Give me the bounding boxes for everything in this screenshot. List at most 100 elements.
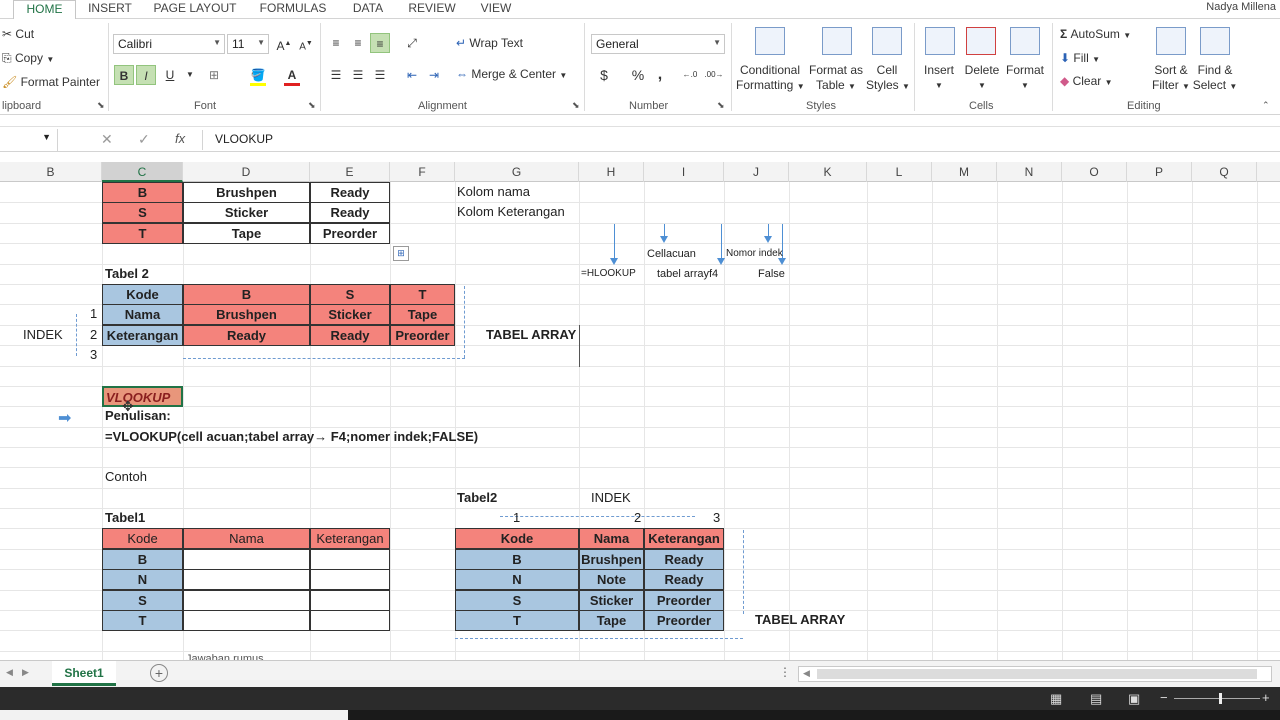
t3-code[interactable]: N [102, 569, 183, 590]
t4-cell[interactable]: S [455, 590, 579, 611]
formula-input[interactable]: VLOOKUP [215, 132, 273, 146]
column-header-o[interactable]: O [1062, 162, 1127, 182]
format-as-table-button[interactable]: Format as Table ▼ [806, 63, 866, 94]
cancel-icon[interactable]: ✕ [101, 131, 113, 148]
conditional-formatting-button[interactable]: Conditional Formatting ▼ [736, 63, 805, 94]
t3-empty[interactable] [310, 590, 390, 611]
increase-indent-icon[interactable]: ⇥ [424, 65, 444, 85]
clear-button[interactable]: ◆ Clear ▼ [1060, 74, 1113, 88]
t4-cell[interactable]: Ready [644, 549, 724, 570]
t1-ket[interactable]: Ready [310, 182, 390, 203]
t3-empty[interactable] [183, 569, 310, 590]
bold-button[interactable]: B [114, 65, 134, 85]
taskbar-search[interactable] [0, 710, 348, 720]
t4-cell[interactable]: Preorder [644, 610, 724, 631]
t3-head[interactable]: Nama [183, 528, 310, 549]
number-launcher-icon[interactable]: ⬊ [717, 100, 725, 111]
column-header-g[interactable]: G [455, 162, 579, 182]
t3-empty[interactable] [183, 549, 310, 570]
shrink-font-icon[interactable]: A▼ [296, 34, 316, 54]
tab-review[interactable]: REVIEW [403, 0, 461, 19]
column-header-i[interactable]: I [644, 162, 724, 182]
t1-ket[interactable]: Ready [310, 202, 390, 223]
t4-cell[interactable]: Note [579, 569, 644, 590]
tab-page-layout[interactable]: PAGE LAYOUT [150, 0, 240, 19]
t4-cell[interactable]: Preorder [644, 590, 724, 611]
t2-row1[interactable]: Nama [102, 304, 183, 325]
t2-row1[interactable]: Sticker [310, 304, 390, 325]
t3-empty[interactable] [310, 569, 390, 590]
t4-cell[interactable]: Brushpen [579, 549, 644, 570]
tab-insert[interactable]: INSERT [82, 0, 138, 19]
t4-head[interactable]: Kode [455, 528, 579, 549]
t3-empty[interactable] [183, 610, 310, 631]
percent-button[interactable]: % [628, 65, 648, 85]
worksheet-grid[interactable]: B Brushpen Ready S Sticker Ready T Tape … [0, 182, 1280, 660]
sort-filter-button[interactable]: Sort & Filter ▼ [1148, 63, 1194, 94]
t2-row1[interactable]: Tape [390, 304, 455, 325]
underline-button[interactable]: U [160, 65, 180, 85]
t1-nama[interactable]: Tape [183, 223, 310, 244]
tab-home[interactable]: HOME [13, 0, 76, 20]
page-break-view-icon[interactable]: ▣ [1128, 691, 1140, 707]
font-size-select[interactable]: 11 ▼ [227, 34, 269, 54]
align-top-icon[interactable]: ≡ [326, 33, 346, 53]
tab-data[interactable]: DATA [344, 0, 392, 19]
align-bottom-icon[interactable]: ≡ [370, 33, 390, 53]
t4-cell[interactable]: N [455, 569, 579, 590]
align-left-icon[interactable]: ☰ [326, 65, 346, 85]
italic-button[interactable]: I [136, 65, 156, 85]
column-header-d[interactable]: D [183, 162, 310, 182]
column-header-n[interactable]: N [997, 162, 1062, 182]
horizontal-scrollbar[interactable]: ◀ [798, 666, 1272, 682]
t1-code[interactable]: T [102, 223, 183, 244]
zoom-out-icon[interactable]: − [1160, 690, 1168, 705]
merge-center-button[interactable]: ⇔ Merge & Center ▼ [456, 67, 567, 81]
collapse-ribbon-icon[interactable]: ⌃ [1262, 100, 1270, 111]
clipboard-launcher-icon[interactable]: ⬊ [97, 100, 105, 111]
tab-view[interactable]: VIEW [474, 0, 518, 19]
t1-nama[interactable]: Sticker [183, 202, 310, 223]
scrollbar-thumb[interactable] [817, 669, 1257, 679]
font-launcher-icon[interactable]: ⬊ [308, 100, 316, 111]
column-header-q[interactable]: Q [1192, 162, 1257, 182]
t4-cell[interactable]: Tape [579, 610, 644, 631]
sheet-tab-sheet1[interactable]: Sheet1 [52, 661, 116, 686]
t1-code[interactable]: S [102, 202, 183, 223]
column-header-f[interactable]: F [390, 162, 455, 182]
font-name-select[interactable]: Calibri ▼ [113, 34, 225, 54]
decrease-decimal-icon[interactable]: .00→ [704, 65, 724, 85]
name-box[interactable]: ▼ [0, 129, 58, 151]
paste-options-icon[interactable]: ⊞ [393, 246, 409, 261]
t3-head[interactable]: Keterangan [310, 528, 390, 549]
t1-code[interactable]: B [102, 182, 183, 203]
t3-head[interactable]: Kode [102, 528, 183, 549]
t2-row2[interactable]: Keterangan [102, 325, 183, 346]
t2-head[interactable]: B [183, 284, 310, 305]
t1-ket[interactable]: Preorder [310, 223, 390, 244]
zoom-slider-thumb[interactable] [1219, 693, 1222, 704]
t3-code[interactable]: B [102, 549, 183, 570]
fill-button[interactable]: ⬇ Fill ▼ [1060, 51, 1100, 65]
comma-button[interactable]: , [650, 65, 670, 85]
decrease-indent-icon[interactable]: ⇤ [402, 65, 422, 85]
column-header-j[interactable]: J [724, 162, 789, 182]
add-sheet-icon[interactable]: + [150, 664, 168, 682]
t4-head[interactable]: Keterangan [644, 528, 724, 549]
t3-empty[interactable] [183, 590, 310, 611]
format-button[interactable]: Format ▼ [1002, 63, 1048, 93]
scroll-right-icon[interactable]: ▶ [22, 667, 29, 678]
t2-row2[interactable]: Ready [183, 325, 310, 346]
column-header-p[interactable]: P [1127, 162, 1192, 182]
column-header-k[interactable]: K [789, 162, 867, 182]
format-painter-button[interactable]: 🖌 Format Painter [2, 75, 100, 89]
insert-function-icon[interactable]: fx [175, 131, 185, 146]
page-layout-view-icon[interactable]: ▤ [1090, 691, 1102, 707]
chevron-down-icon[interactable]: ▼ [180, 65, 200, 85]
fill-color-icon[interactable]: 🪣 [248, 65, 268, 85]
column-header-b[interactable]: B [0, 162, 102, 182]
insert-button[interactable]: Insert ▼ [918, 63, 960, 93]
t2-row2[interactable]: Preorder [390, 325, 455, 346]
copy-button[interactable]: ⎘ Copy ▼ [2, 51, 54, 66]
t1-nama[interactable]: Brushpen [183, 182, 310, 203]
